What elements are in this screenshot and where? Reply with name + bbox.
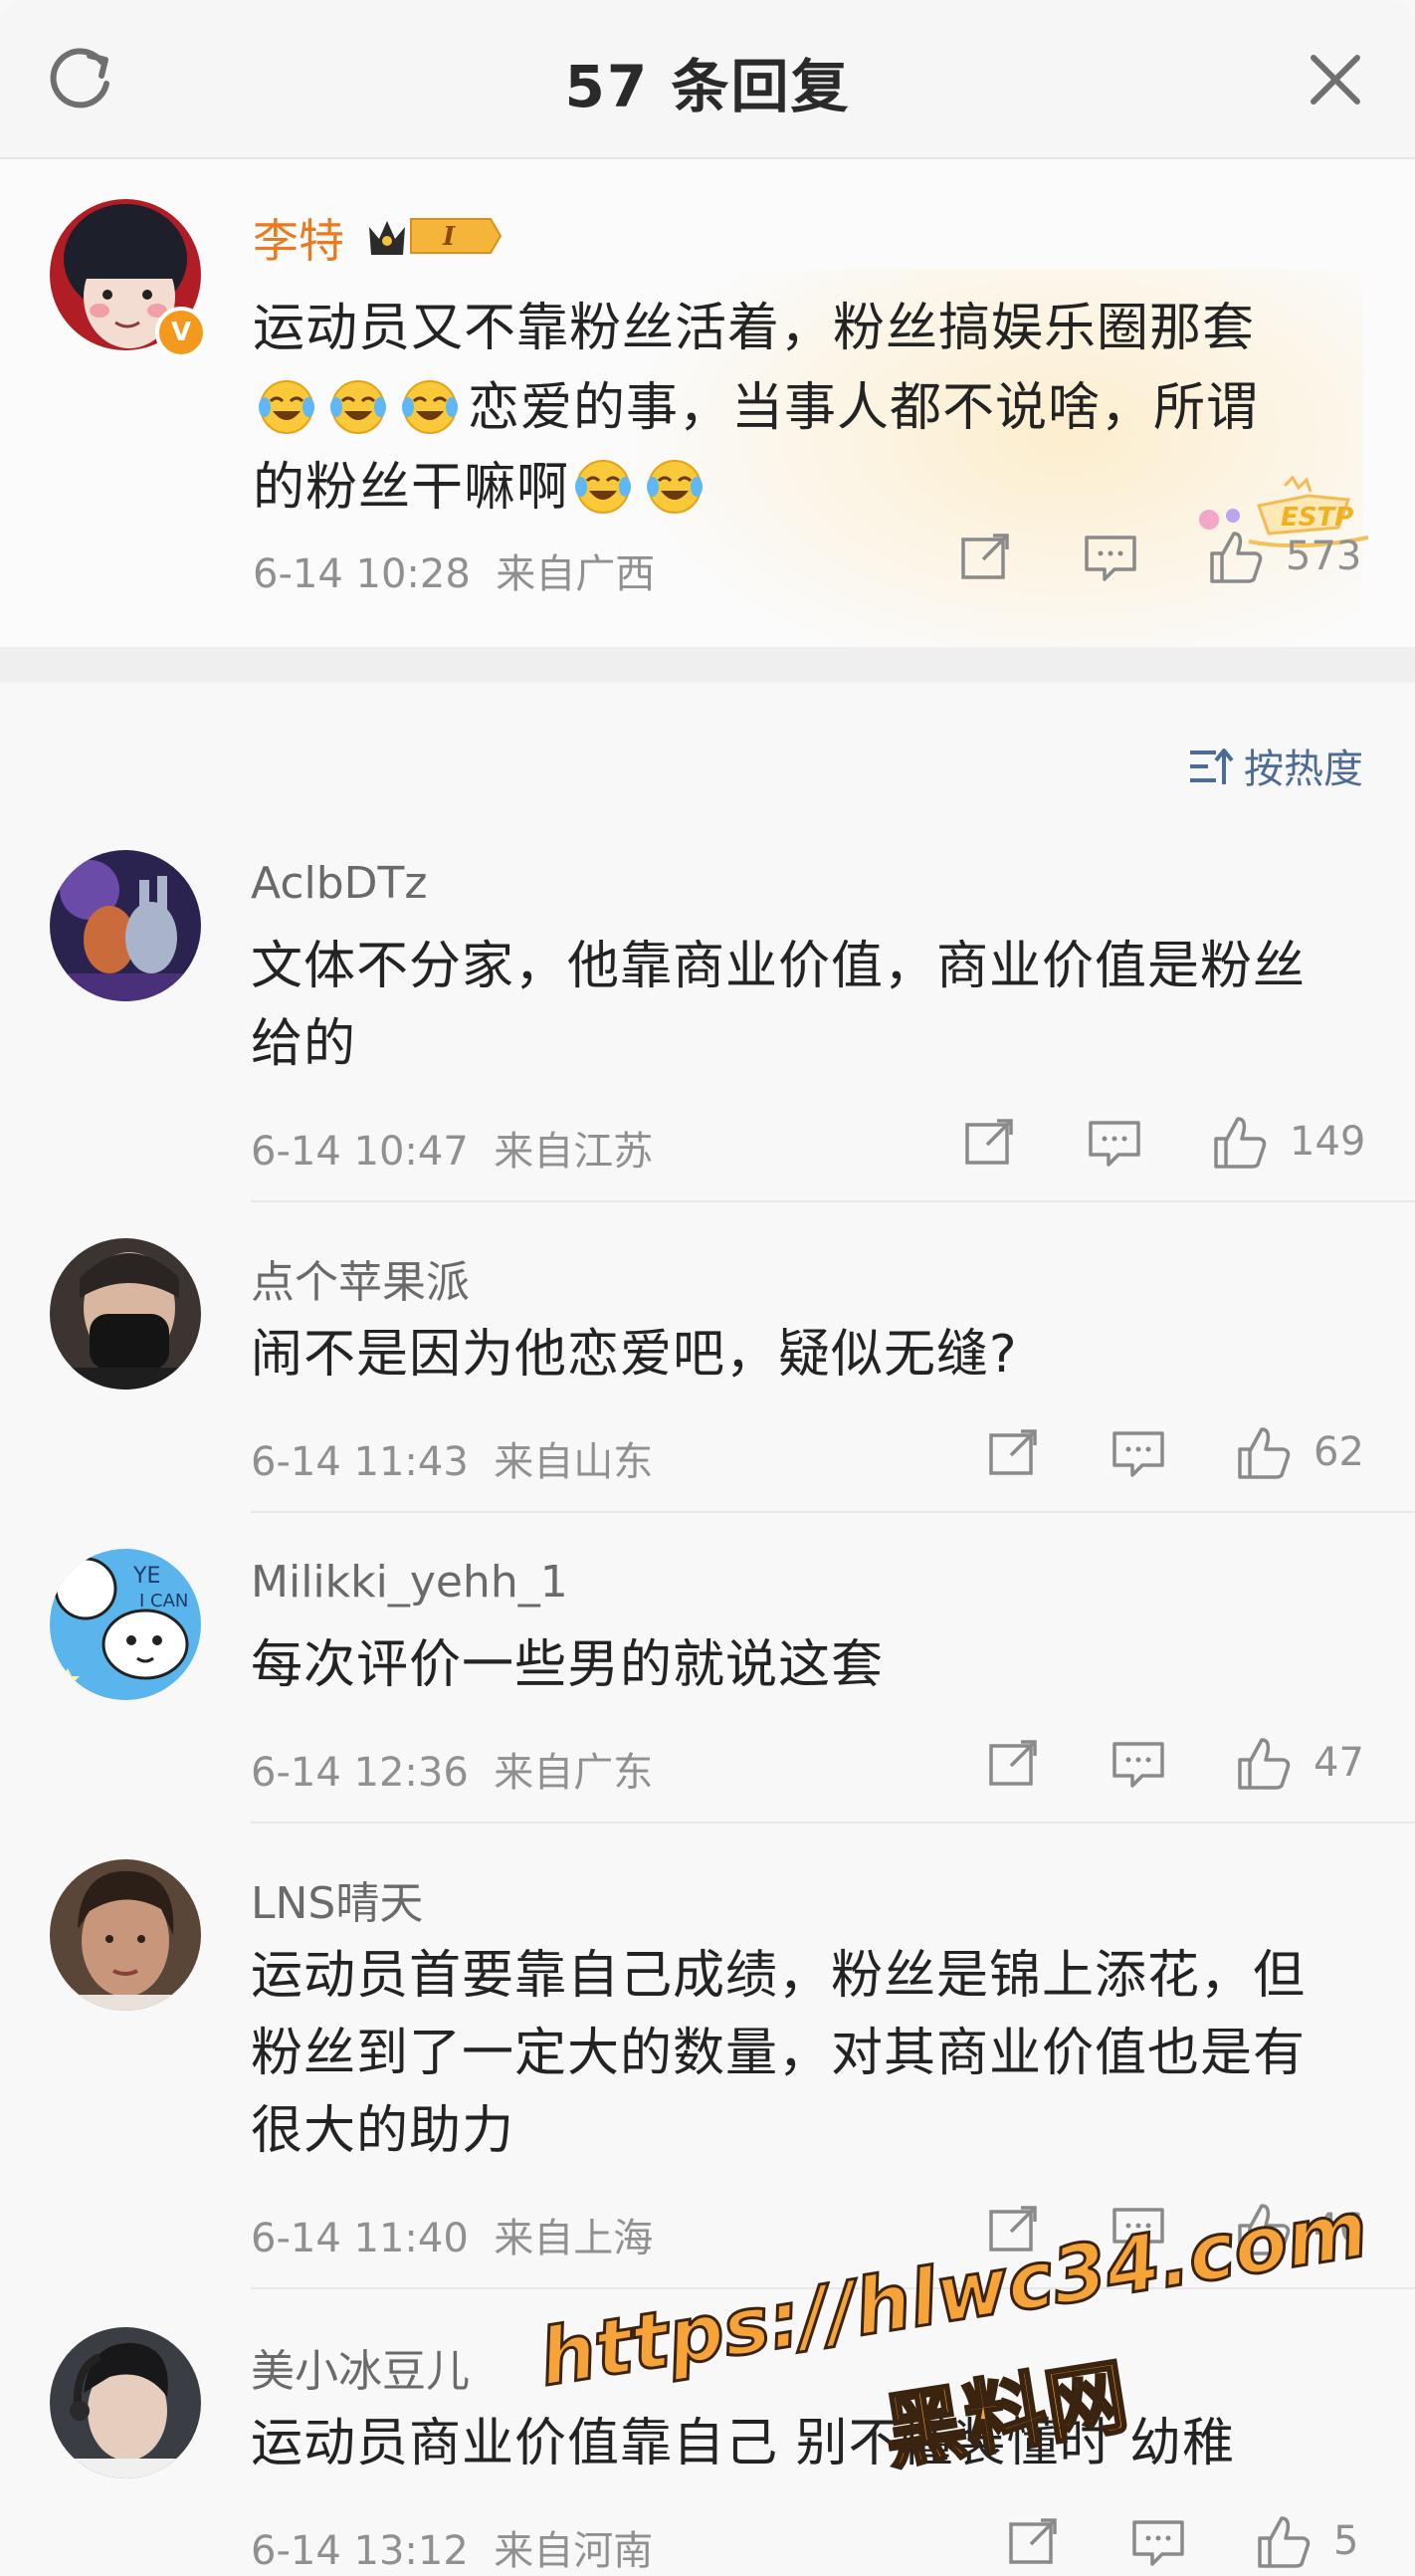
avatar[interactable] [50, 1238, 201, 1390]
member-level-badge: I [363, 211, 503, 261]
sort-by-hot-button[interactable]: 按热度 [1186, 737, 1363, 794]
reply-comment: LNS晴天 运动员首要靠自己成绩，粉丝是锦上添花，但粉丝到了一定大的数量，对其商… [0, 1855, 1415, 2289]
svg-text:I CAN: I CAN [139, 1591, 188, 1611]
comment-icon[interactable] [1128, 2512, 1188, 2572]
reply-comment: 美小冰豆儿 运动员商业价值靠自己 别不懂装懂时 幼稚 6-14 13:12 来自… [0, 2323, 1415, 2574]
comment-icon[interactable] [1109, 1423, 1168, 1483]
comment-date: 6-14 11:43 [251, 1439, 469, 1485]
reply-comment: 点个苹果派 闹不是因为他恋爱吧，疑似无缝? 6-14 11:43 来自山东 62 [0, 1234, 1415, 1513]
reply-comment: AclbDTz 文体不分家，他靠商业价值，商业价值是粉丝给的 6-14 10:4… [0, 846, 1415, 1204]
like-count: 149 [1290, 1119, 1366, 1165]
svg-text:YE: YE [132, 1564, 160, 1589]
share-icon[interactable] [955, 528, 1015, 587]
comment-actions: 46 [983, 2200, 1381, 2259]
laugh-cry-emoji-icon [571, 453, 635, 517]
page-title: 57 条回复 [564, 53, 851, 120]
comment-icon[interactable] [1085, 1113, 1144, 1173]
avatar[interactable]: YE I CAN [50, 1549, 201, 1700]
divider [251, 1822, 1415, 1824]
comment-text: 运动员商业价值靠自己 别不懂装懂时 幼稚 [251, 2414, 1236, 2473]
comment-date: 6-14 13:12 [251, 2528, 469, 2574]
like-icon[interactable] [1234, 1734, 1294, 1794]
laugh-cry-emoji-icon [398, 373, 462, 437]
comment-text: 运动员又不靠粉丝活着，粉丝搞娱乐圈那套 恋爱的事，当事人都不说啥，所谓 的粉丝干… [253, 289, 1337, 528]
comment-date: 6-14 12:36 [251, 1750, 469, 1796]
divider [251, 2287, 1415, 2289]
username[interactable]: AclbDTz [251, 858, 428, 909]
username[interactable]: 李特 [253, 205, 344, 271]
comment-date: 6-14 11:40 [251, 2216, 469, 2261]
comment-text: 文体不分家，他靠商业价值，商业价值是粉丝给的 [251, 937, 1307, 1074]
comment-actions: 573 [955, 528, 1373, 587]
comment-location: 来自上海 [494, 2216, 654, 2261]
comment-date: 6-14 10:28 [253, 551, 471, 597]
comment-location: 来自广东 [494, 1750, 654, 1796]
comment-text: 闹不是因为他恋爱吧，疑似无缝? [251, 1325, 1018, 1385]
comment-location: 来自广西 [496, 551, 656, 597]
comment-meta: 6-14 10:28 来自广西 [253, 541, 655, 599]
comment-date: 6-14 10:47 [251, 1129, 469, 1175]
comment-location: 来自河南 [494, 2528, 654, 2574]
badge-level-text: I [442, 222, 456, 252]
comment-meta: 6-14 12:36 来自广东 [251, 1740, 653, 1798]
root-comment: V 李特 I 运动员又不靠粉丝活着，粉丝搞娱乐圈那套 恋爱的事，当事人都不说啥，… [0, 159, 1415, 687]
dialog-header: 57 条回复 [0, 0, 1415, 159]
comment-meta: 6-14 11:43 来自山东 [251, 1429, 653, 1487]
comment-icon[interactable] [1081, 528, 1140, 587]
comment-icon[interactable] [1109, 1734, 1168, 1794]
divider [251, 1200, 1415, 1202]
comment-icon[interactable] [1109, 2200, 1168, 2259]
comment-meta: 6-14 11:40 来自上海 [251, 2206, 653, 2263]
verified-badge: V [155, 307, 207, 358]
like-count: 5 [1333, 2518, 1359, 2564]
username[interactable]: 美小冰豆儿 [251, 2335, 470, 2399]
laugh-cry-emoji-icon [326, 373, 390, 437]
reply-comment: YE I CAN Milikki_yehh_1 每次评价一些男的就说这套 6-14… [0, 1545, 1415, 1824]
comment-text: 运动员首要靠自己成绩，粉丝是锦上添花，但粉丝到了一定大的数量，对其商业价值也是有… [251, 1946, 1307, 2161]
comment-meta: 6-14 13:12 来自河南 [251, 2518, 653, 2576]
like-count: 573 [1286, 534, 1362, 579]
share-icon[interactable] [983, 1423, 1043, 1483]
laugh-cry-emoji-icon [255, 373, 318, 437]
comment-meta: 6-14 10:47 来自江苏 [251, 1119, 653, 1177]
share-icon[interactable] [983, 1734, 1043, 1794]
sort-icon [1190, 749, 1234, 784]
laugh-cry-emoji-icon [643, 453, 707, 517]
share-icon[interactable] [983, 2200, 1043, 2259]
comment-text: 每次评价一些男的就说这套 [251, 1635, 885, 1695]
close-icon[interactable] [1296, 40, 1375, 119]
avatar[interactable] [50, 2327, 201, 2478]
sort-label: 按热度 [1244, 747, 1363, 792]
comment-text-line-3: 的粉丝干嘛啊 [253, 458, 570, 518]
username[interactable]: LNS晴天 [251, 1867, 423, 1931]
share-icon[interactable] [959, 1113, 1019, 1173]
username[interactable]: 点个苹果派 [251, 1246, 470, 1310]
comment-actions: 62 [983, 1423, 1381, 1483]
share-icon[interactable] [1003, 2512, 1063, 2572]
like-count: 46 [1314, 2206, 1364, 2252]
avatar[interactable] [50, 1859, 201, 2011]
comment-actions: 47 [983, 1734, 1381, 1794]
like-icon[interactable] [1210, 1113, 1270, 1173]
comment-location: 来自江苏 [494, 1129, 654, 1175]
comment-actions: 149 [959, 1113, 1377, 1173]
comment-actions: 5 [1003, 2512, 1381, 2572]
like-icon[interactable] [1206, 528, 1266, 587]
username[interactable]: Milikki_yehh_1 [251, 1557, 568, 1608]
divider [251, 1511, 1415, 1513]
comment-text-line-2: 恋爱的事，当事人都不说啥，所谓 [468, 378, 1260, 438]
like-icon[interactable] [1254, 2512, 1314, 2572]
like-count: 47 [1314, 1740, 1364, 1786]
section-divider [0, 647, 1415, 683]
comment-text-line-1: 运动员又不靠粉丝活着，粉丝搞娱乐圈那套 [253, 299, 1256, 358]
avatar[interactable] [50, 850, 201, 1001]
like-icon[interactable] [1234, 1423, 1294, 1483]
comment-location: 来自山东 [494, 1439, 654, 1485]
like-icon[interactable] [1234, 2200, 1294, 2259]
like-count: 62 [1314, 1429, 1364, 1475]
